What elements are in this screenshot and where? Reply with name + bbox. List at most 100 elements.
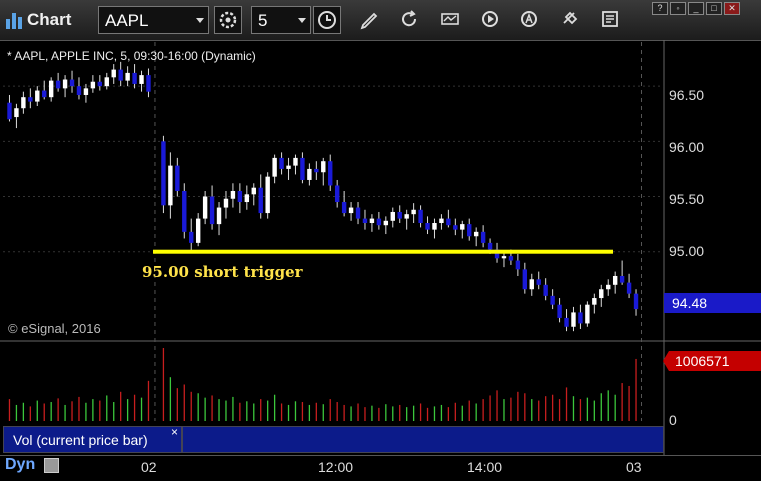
candle-body xyxy=(606,284,611,290)
help-button[interactable]: ? xyxy=(652,2,668,15)
minimize-button[interactable]: _ xyxy=(688,2,704,15)
current-price-marker: 94.48 xyxy=(664,293,761,313)
candle-body xyxy=(265,176,270,214)
window-title: Chart xyxy=(27,10,72,29)
chart-app-icon xyxy=(6,11,22,29)
alerts-button[interactable] xyxy=(516,6,544,34)
candle-body xyxy=(258,187,263,214)
candle-body xyxy=(300,157,305,180)
candle-body xyxy=(515,260,521,270)
candle-body xyxy=(76,86,82,95)
candle-body xyxy=(272,157,277,177)
draw-tool-button[interactable] xyxy=(356,6,384,34)
clock-icon xyxy=(318,11,336,29)
candle-body xyxy=(168,165,173,206)
candle-body xyxy=(571,312,576,327)
candle-body xyxy=(28,97,33,102)
candle-body xyxy=(397,211,402,219)
candle-body xyxy=(321,161,326,173)
candle-body xyxy=(390,211,395,221)
candle-body xyxy=(237,191,243,203)
chart-header: * AAPL, APPLE INC, 5, 09:30-16:00 (Dynam… xyxy=(7,49,256,63)
candle-body xyxy=(383,220,389,226)
candle-body xyxy=(35,90,40,102)
current-price-value: 94.48 xyxy=(672,295,708,311)
symbol-input[interactable]: AAPL xyxy=(98,6,209,34)
candle-body xyxy=(62,79,68,89)
candle-body xyxy=(446,218,451,226)
candle-body xyxy=(175,165,180,191)
candle-body xyxy=(612,275,618,285)
time-template-button[interactable] xyxy=(313,6,341,34)
price-axis-label: 95.50 xyxy=(669,191,705,207)
interval-input[interactable]: 5 xyxy=(251,6,311,34)
price-axis-label: 95.00 xyxy=(669,243,705,259)
time-axis-label: 03 xyxy=(626,459,642,475)
candle-body xyxy=(125,72,130,81)
candle-body xyxy=(467,224,472,237)
dynamic-mode-label[interactable]: Dyn xyxy=(5,456,35,474)
candle-body xyxy=(487,242,493,250)
candle-body xyxy=(599,289,604,299)
maximize-button[interactable]: □ xyxy=(706,2,722,15)
properties-button[interactable] xyxy=(597,6,625,34)
time-axis xyxy=(0,455,761,481)
candle-body xyxy=(355,207,361,219)
lock-icon[interactable] xyxy=(44,458,59,473)
candle-body xyxy=(536,279,541,285)
time-axis-label: 02 xyxy=(141,459,157,475)
candle-body xyxy=(418,209,423,224)
replay-button[interactable] xyxy=(477,6,505,34)
play-icon xyxy=(482,11,498,27)
candle-body xyxy=(118,69,123,81)
candle-body xyxy=(42,90,47,98)
candle-body xyxy=(139,75,144,84)
candle-body xyxy=(230,191,236,199)
candle-body xyxy=(69,79,75,87)
symbol-value: AAPL xyxy=(105,11,149,30)
close-button[interactable]: ✕ xyxy=(724,2,740,15)
candle-body xyxy=(480,231,486,243)
alert-icon xyxy=(521,11,537,27)
link-window-button[interactable]: ◦ xyxy=(670,2,686,15)
indicator-icon xyxy=(441,13,459,25)
candle-body xyxy=(21,97,26,109)
link-button[interactable] xyxy=(557,6,585,34)
symbol-settings-button[interactable] xyxy=(214,6,242,34)
candle-body xyxy=(189,231,194,243)
candle-body xyxy=(161,141,166,206)
candle-body xyxy=(348,207,354,214)
refresh-icon xyxy=(402,10,417,27)
candle-body xyxy=(48,80,54,98)
current-volume-marker: 1006571 xyxy=(663,351,761,371)
candle-body xyxy=(411,209,416,215)
close-study-button[interactable]: × xyxy=(171,425,178,439)
candle-body xyxy=(508,256,514,261)
candle-body xyxy=(286,165,291,169)
time-axis-label: 12:00 xyxy=(318,459,354,475)
candle-body xyxy=(425,223,430,230)
candle-body xyxy=(202,196,208,219)
candle-body xyxy=(522,269,528,290)
title-bar: Chart AAPL 5 ? ◦ _ □ ✕ xyxy=(0,0,761,41)
price-chart[interactable] xyxy=(0,40,761,455)
refresh-button[interactable] xyxy=(396,6,424,34)
candle-body xyxy=(376,218,382,226)
candle-body xyxy=(216,207,222,225)
candle-body xyxy=(592,298,597,305)
candle-body xyxy=(626,282,632,294)
pencil-icon xyxy=(360,12,378,30)
candle-body xyxy=(251,187,256,195)
candle-body xyxy=(83,88,89,95)
candle-body xyxy=(578,312,583,324)
candle-body xyxy=(307,168,312,180)
volume-study-label[interactable]: Vol (current price bar) xyxy=(3,426,182,453)
studies-button[interactable] xyxy=(437,6,465,34)
volume-study-name: Vol (current price bar) xyxy=(13,432,148,448)
chevron-down-icon[interactable] xyxy=(298,18,306,23)
volume-axis-zero: 0 xyxy=(669,412,677,428)
price-pane xyxy=(3,42,664,340)
price-axis-label: 96.00 xyxy=(669,139,705,155)
candle-body xyxy=(104,77,109,87)
chevron-down-icon[interactable] xyxy=(196,18,204,23)
